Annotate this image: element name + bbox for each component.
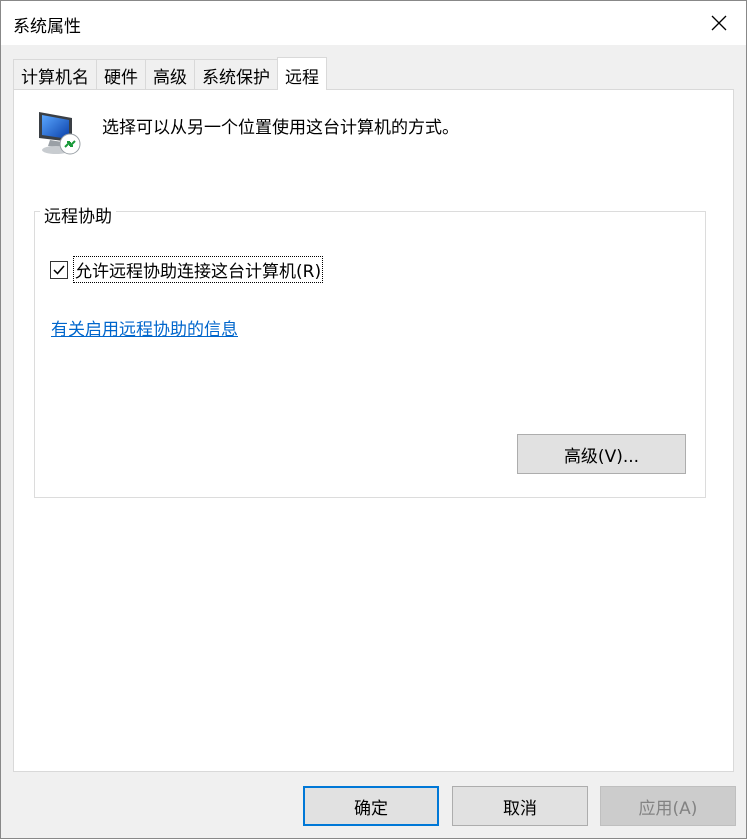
checkmark-icon [53, 265, 65, 275]
tab-advanced[interactable]: 高级 [145, 59, 195, 90]
cancel-button[interactable]: 取消 [452, 786, 588, 826]
title-bar: 系统属性 [1, 1, 746, 45]
tab-computer-name[interactable]: 计算机名 [13, 59, 97, 90]
intro-text: 选择可以从另一个位置使用这台计算机的方式。 [102, 118, 459, 138]
allow-remote-assistance-checkbox[interactable] [50, 260, 68, 279]
tab-strip: 计算机名 硬件 高级 系统保护 远程 [13, 57, 327, 90]
remote-computer-icon [39, 112, 81, 155]
remote-assistance-group-label: 远程协助 [40, 202, 116, 227]
ok-button[interactable]: 确定 [303, 786, 439, 826]
tab-remote[interactable]: 远程 [277, 57, 327, 90]
allow-remote-assistance-label[interactable]: 允许远程协助连接这台计算机(R) [73, 256, 324, 283]
system-properties-dialog: 系统属性 计算机名 硬件 高级 系统保护 远程 选择可以从另一个位置使用这台计算… [0, 0, 747, 839]
allow-remote-assistance-option[interactable]: 允许远程协助连接这台计算机(R) [50, 256, 324, 283]
advanced-button[interactable]: 高级(V)... [517, 434, 686, 474]
remote-assistance-info-link[interactable]: 有关启用远程协助的信息 [51, 315, 238, 340]
window-title: 系统属性 [13, 17, 81, 37]
apply-button[interactable]: 应用(A) [600, 786, 736, 826]
tab-system-protection[interactable]: 系统保护 [194, 59, 278, 90]
remote-tab-panel: 选择可以从另一个位置使用这台计算机的方式。 远程协助 允许远程协助连接这台计算机… [13, 89, 734, 772]
close-button[interactable] [692, 1, 746, 45]
tab-hardware[interactable]: 硬件 [96, 59, 146, 90]
close-icon [711, 15, 727, 31]
